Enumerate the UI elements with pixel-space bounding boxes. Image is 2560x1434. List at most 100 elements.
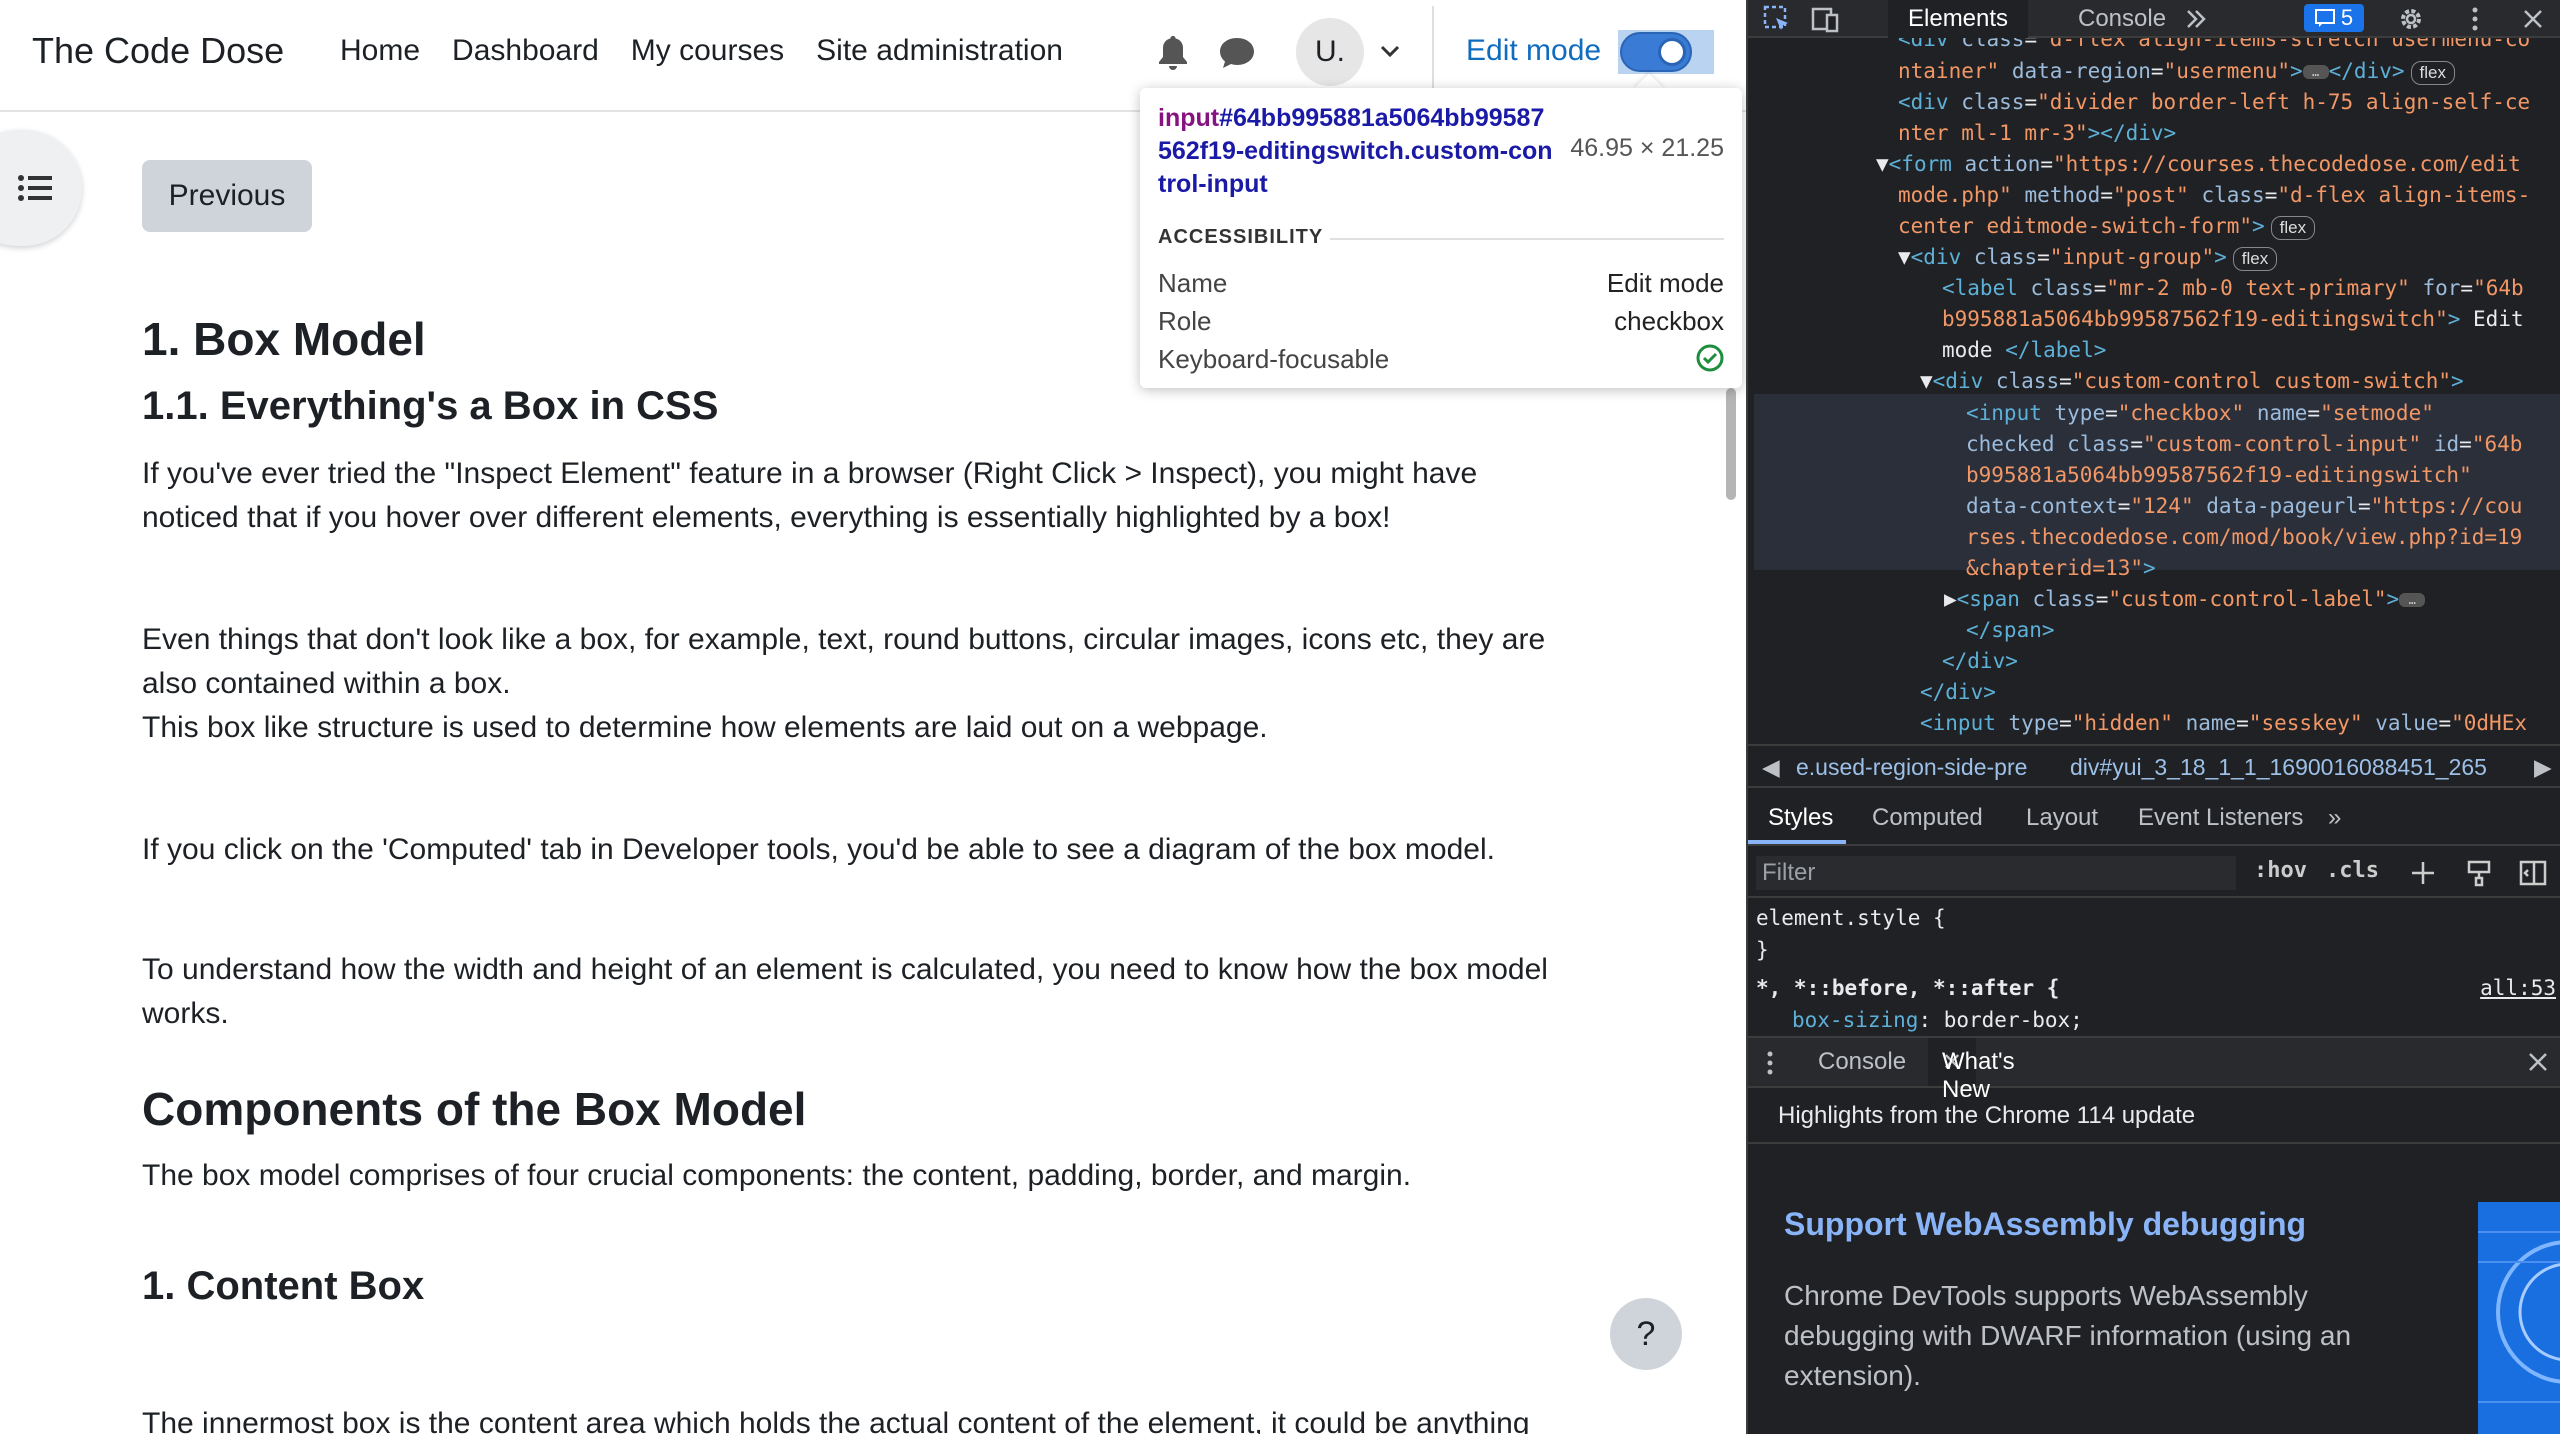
whats-new-thumbnail[interactable] — [2478, 1202, 2560, 1434]
paragraph: works. — [142, 997, 229, 1030]
css-declaration[interactable]: box-sizing: border-box; — [1792, 1004, 2083, 1036]
help-button[interactable]: ? — [1610, 1298, 1682, 1370]
dom-node[interactable]: <input type="hidden" name="sesskey" valu… — [1920, 708, 2527, 739]
tab-layout[interactable]: Layout — [2026, 804, 2098, 832]
more-tabs-icon[interactable] — [2180, 4, 2210, 34]
css-source-link[interactable]: all:53 — [2480, 972, 2556, 1004]
active-tab-underline — [1748, 840, 1846, 844]
close-drawer-icon[interactable] — [2526, 1050, 2550, 1074]
dom-node[interactable]: </div> — [1942, 646, 2018, 677]
dom-node-selected[interactable]: &chapterid=13"> — [1966, 553, 2156, 584]
tab-elements[interactable]: Elements — [1888, 0, 2029, 38]
tooltip-selector: input#64bb995881a5064bb99587562f19-editi… — [1158, 102, 1558, 201]
edit-mode-switch[interactable] — [1620, 32, 1692, 72]
drawer-tab-whats-new[interactable]: What's New ✕ — [1928, 1038, 2015, 1103]
inspect-tooltip: input#64bb995881a5064bb99587562f19-editi… — [1140, 88, 1742, 388]
inspect-element-icon[interactable] — [1762, 4, 1792, 34]
drawer-tabbar: Console What's New ✕ — [1748, 1036, 2560, 1103]
breadcrumb-left-arrow[interactable]: ◀ — [1762, 754, 1780, 781]
whats-new-title[interactable]: Support WebAssembly debugging — [1784, 1206, 2306, 1243]
row-label: Name — [1158, 268, 1228, 298]
paragraph: If you click on the 'Computed' tab in De… — [142, 833, 1495, 866]
drawer-tab-console[interactable]: Console — [1818, 1048, 1906, 1076]
dom-node[interactable]: b995881a5064bb99587562f19-editingswitch"… — [1942, 304, 2524, 335]
nav-link-dashboard[interactable]: Dashboard — [452, 34, 599, 68]
site-brand[interactable]: The Code Dose — [32, 30, 284, 72]
dom-node-selected[interactable]: data-context="124" data-pageurl="https:/… — [1966, 491, 2522, 522]
dom-node[interactable]: mode </label> — [1942, 335, 2106, 366]
dom-node[interactable]: ▼<form action="https://courses.thecodedo… — [1876, 149, 2521, 180]
gear-icon[interactable] — [2396, 4, 2426, 34]
tab-computed[interactable]: Computed — [1872, 804, 1983, 832]
drawer-menu-icon[interactable] — [1766, 1050, 1774, 1076]
tooltip-size: 46.95 × 21.25 — [1570, 134, 1724, 162]
class-toggle[interactable]: .cls — [2326, 858, 2379, 883]
course-index-toggle[interactable] — [0, 130, 82, 246]
dom-node[interactable]: mode.php" method="post" class="d-flex al… — [1898, 180, 2530, 211]
breadcrumb-item[interactable]: e.used-region-side-pre — [1796, 754, 2027, 781]
devtools-toolbar: Elements Console 5 — [1748, 0, 2560, 38]
sidebar-toggle-icon[interactable] — [2518, 858, 2548, 888]
user-avatar[interactable]: U. — [1296, 18, 1364, 86]
tab-styles[interactable]: Styles — [1768, 804, 1833, 832]
nav-link-home[interactable]: Home — [340, 34, 420, 68]
tab-event-listeners[interactable]: Event Listeners — [2138, 804, 2303, 832]
row-value: Edit mode — [1606, 268, 1724, 298]
dom-node-selected[interactable]: <input type="checkbox" name="setmode" — [1966, 398, 2434, 429]
chat-icon[interactable] — [1218, 36, 1256, 70]
paragraph: Even things that don't look like a box, … — [142, 623, 1546, 656]
chevron-down-icon[interactable] — [1380, 44, 1400, 58]
dom-node[interactable]: ▶<span class="custom-control-label">… — [1944, 584, 2426, 615]
dom-node[interactable]: <label class="mr-2 mb-0 text-primary" fo… — [1942, 273, 2524, 304]
tooltip-row-focusable: Keyboard-focusable — [1158, 344, 1724, 375]
dom-node[interactable]: </div> — [1920, 677, 1996, 708]
divider — [1748, 1142, 2560, 1144]
nav-link-site-administration[interactable]: Site administration — [816, 34, 1063, 68]
nav-link-my-courses[interactable]: My courses — [631, 34, 784, 68]
breadcrumb-item[interactable]: div#yui_3_18_1_1_1690016088451_265 — [2070, 754, 2487, 781]
tab-label: What's New — [1942, 1048, 2015, 1103]
css-rule-selector[interactable]: element.style { — [1756, 902, 1946, 934]
dom-node[interactable]: ▼<div class="custom-control custom-switc… — [1920, 366, 2464, 397]
plus-icon[interactable] — [2408, 858, 2438, 888]
styles-filter-input[interactable]: Filter — [1756, 856, 2236, 890]
body-line: extension). — [1784, 1360, 1921, 1391]
chapter-heading: 1. Box Model — [142, 313, 426, 365]
paragraph: If you've ever tried the "Inspect Elemen… — [142, 457, 1478, 490]
dom-node-selected[interactable]: checked class="custom-control-input" id=… — [1966, 429, 2522, 460]
tooltip-row-name: Name Edit mode — [1158, 268, 1724, 299]
elements-tree[interactable]: <div class="d-flex align-items-stretch u… — [1748, 38, 2560, 742]
dom-node[interactable]: ▼<div class="input-group"> flex — [1898, 242, 2278, 273]
dom-node-selected[interactable]: b995881a5064bb99587562f19-editingswitch" — [1966, 460, 2472, 491]
issues-count: 5 — [2340, 5, 2354, 30]
paragraph: also contained within a box. — [142, 667, 511, 700]
close-icon[interactable] — [2518, 4, 2548, 34]
paint-icon[interactable] — [2464, 858, 2494, 888]
dom-node[interactable]: ntainer" data-region="usermenu">… </div> f… — [1898, 56, 2455, 87]
paragraph: The box model comprises of four crucial … — [142, 1159, 1412, 1192]
paragraph: noticed that if you hover over different… — [142, 501, 1391, 534]
dom-node[interactable]: nter ml-1 mr-3"></div> — [1898, 118, 2176, 149]
tab-console[interactable]: Console — [2058, 0, 2186, 38]
list-icon — [18, 175, 52, 201]
edit-mode-label[interactable]: Edit mode — [1466, 34, 1601, 68]
dom-breadcrumb: ◀ e.used-region-side-pre div#yui_3_18_1_… — [1748, 744, 2560, 788]
page-scrollbar[interactable] — [1726, 388, 1736, 500]
hover-state-toggle[interactable]: :hov — [2254, 858, 2307, 883]
previous-button[interactable]: Previous — [142, 160, 312, 232]
device-toggle-icon[interactable] — [1810, 4, 1840, 34]
issues-badge[interactable]: 5 — [2304, 4, 2364, 32]
bell-icon[interactable] — [1156, 34, 1190, 72]
dom-node[interactable]: <div class="d-flex align-items-stretch u… — [1898, 38, 2530, 55]
css-rule-selector[interactable]: *, *::before, *::after { — [1756, 972, 2059, 1004]
dom-node-selected[interactable]: rses.thecodedose.com/mod/book/view.php?i… — [1966, 522, 2522, 553]
kebab-menu-icon[interactable] — [2460, 4, 2490, 34]
breadcrumb-right-arrow[interactable]: ▶ — [2534, 754, 2552, 781]
dom-node[interactable]: center editmode-switch-form"> flex — [1898, 211, 2316, 242]
styles-tabbar: Styles Computed Layout Event Listeners » — [1748, 790, 2560, 846]
row-label: Keyboard-focusable — [1158, 344, 1390, 374]
switch-knob — [1658, 38, 1686, 66]
dom-node[interactable]: </span> — [1966, 615, 2055, 646]
dom-node[interactable]: <div class="divider border-left h-75 ali… — [1898, 87, 2530, 118]
more-tabs-icon[interactable]: » — [2328, 804, 2341, 832]
